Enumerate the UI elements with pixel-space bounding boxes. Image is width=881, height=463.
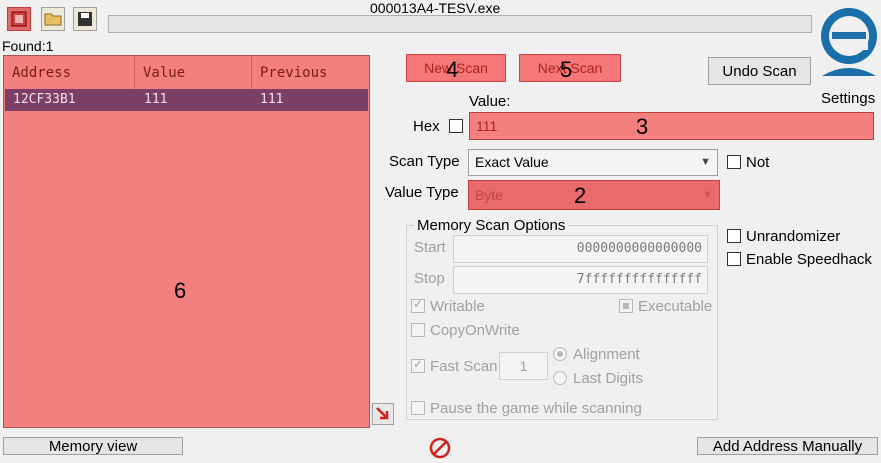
process-select-icon — [11, 11, 27, 27]
speedhack-label: Enable Speedhack — [746, 251, 872, 268]
check-icon: ✓ — [413, 357, 424, 371]
not-checkbox[interactable] — [727, 155, 741, 169]
not-label: Not — [746, 154, 770, 171]
hex-label: Hex — [413, 118, 440, 135]
pause-game-label: Pause the game while scanning — [430, 400, 642, 417]
save-icon — [78, 12, 92, 26]
alignment-label: Alignment — [573, 346, 640, 363]
chevron-down-icon: ▼ — [700, 156, 711, 168]
executable-label: Executable — [638, 298, 713, 315]
cheat-engine-logo[interactable] — [818, 2, 880, 90]
alignment-radio[interactable] — [553, 347, 567, 361]
check-icon: ✓ — [413, 297, 424, 311]
column-header-value[interactable]: Value — [135, 56, 252, 89]
column-header-previous[interactable]: Previous — [252, 56, 369, 89]
annotation-number-5: 5 — [560, 57, 573, 82]
radio-dot-icon — [557, 351, 563, 357]
annotation-number-6: 6 — [174, 278, 187, 303]
stop-label: Stop — [414, 270, 445, 287]
start-address-input[interactable]: 0000000000000000 — [453, 235, 708, 263]
memory-view-button[interactable]: Memory view — [3, 437, 183, 455]
row-address: 12CF33B1 — [13, 92, 76, 107]
found-count: Found:1 — [2, 38, 54, 54]
memory-scan-options-title: Memory Scan Options — [414, 217, 569, 234]
scan-progress-bar — [108, 15, 812, 33]
copyonwrite-label: CopyOnWrite — [430, 322, 520, 339]
stop-scan-button[interactable] — [428, 436, 452, 460]
fast-scan-alignment-input[interactable]: 1 — [499, 352, 548, 380]
add-address-manually-button[interactable]: Add Address Manually — [697, 437, 878, 455]
annotation-number-3: 3 — [636, 114, 649, 139]
hex-checkbox[interactable] — [449, 119, 463, 133]
process-select-button[interactable] — [7, 7, 31, 31]
value-type-select[interactable]: Byte ▼ — [468, 180, 720, 210]
folder-open-icon — [44, 13, 62, 26]
window-title: 000013A4-TESV.exe — [370, 0, 501, 16]
open-file-button[interactable] — [41, 7, 65, 31]
value-type-label: Value Type — [385, 184, 459, 201]
add-to-list-button[interactable] — [372, 403, 394, 425]
cheat-engine-logo-icon — [821, 8, 877, 76]
copyonwrite-checkbox[interactable] — [411, 323, 425, 337]
last-digits-radio[interactable] — [553, 371, 567, 385]
fast-scan-label: Fast Scan — [430, 358, 498, 375]
start-label: Start — [414, 239, 446, 256]
speedhack-checkbox[interactable] — [727, 252, 741, 266]
settings-link[interactable]: Settings — [821, 90, 875, 107]
executable-checkbox[interactable] — [619, 299, 633, 313]
value-type-value: Byte — [475, 187, 504, 203]
indeterminate-icon — [623, 303, 629, 309]
undo-scan-button[interactable]: Undo Scan — [708, 57, 811, 85]
chevron-down-icon: ▼ — [702, 189, 713, 201]
annotation-number-2: 2 — [574, 183, 587, 208]
unrandomizer-checkbox[interactable] — [727, 229, 741, 243]
save-file-button[interactable] — [73, 7, 97, 31]
value-input[interactable]: 111 — [469, 112, 874, 140]
writable-label: Writable — [430, 298, 485, 315]
pause-game-checkbox[interactable] — [411, 401, 425, 415]
column-header-address[interactable]: Address — [4, 56, 135, 89]
table-row[interactable]: 12CF33B1 111 111 — [5, 89, 368, 111]
writable-checkbox[interactable]: ✓ — [411, 297, 425, 313]
arrow-down-right-icon — [376, 407, 389, 420]
annotation-number-4: 4 — [446, 57, 459, 82]
scan-type-label: Scan Type — [389, 153, 460, 170]
value-label: Value: — [469, 93, 511, 110]
prohibited-icon — [429, 437, 451, 459]
scan-type-value: Exact Value — [475, 154, 549, 170]
last-digits-label: Last Digits — [573, 370, 644, 387]
scan-type-select[interactable]: Exact Value ▼ — [468, 149, 718, 176]
row-value: 111 — [144, 92, 168, 107]
fast-scan-checkbox[interactable]: ✓ — [411, 357, 425, 373]
stop-address-input[interactable]: 7fffffffffffffff — [453, 266, 708, 294]
row-previous: 111 — [260, 92, 284, 107]
results-list[interactable]: Address Value Previous 12CF33B1 111 111 … — [3, 55, 370, 428]
unrandomizer-label: Unrandomizer — [746, 228, 841, 245]
